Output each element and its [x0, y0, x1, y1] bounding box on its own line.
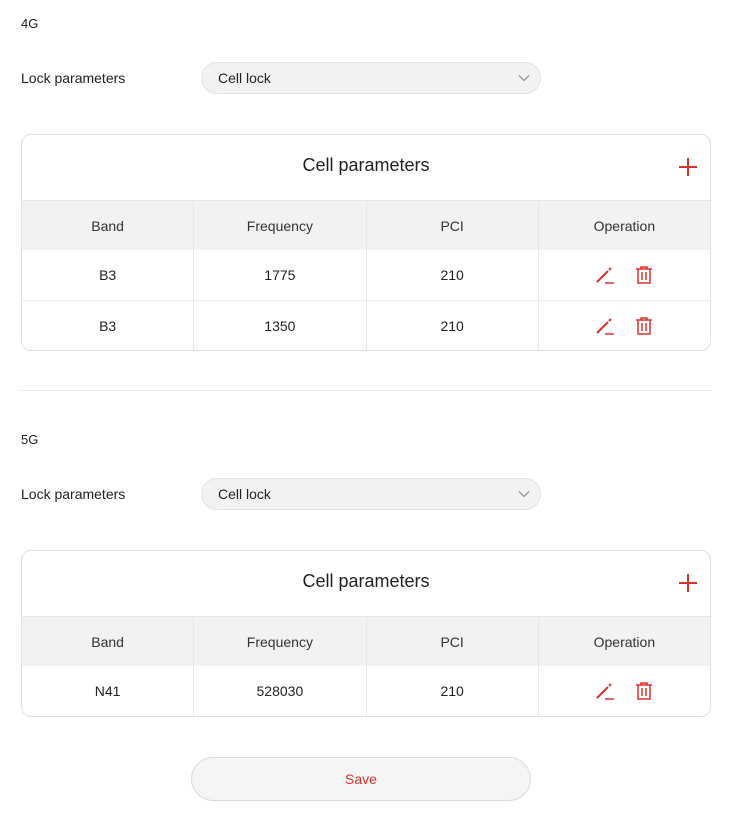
- trash-icon[interactable]: [635, 316, 653, 336]
- lock-parameters-label-5g: Lock parameters: [21, 486, 126, 502]
- card-title-4g: Cell parameters: [302, 155, 430, 175]
- frequency-cell: 528030: [194, 666, 367, 716]
- operation-cell: [539, 250, 710, 300]
- save-button[interactable]: Save: [191, 757, 531, 801]
- frequency-cell: 1350: [194, 301, 367, 350]
- operation-cell: [539, 666, 710, 716]
- card-header-4g: Cell parameters: [22, 135, 710, 201]
- plus-icon[interactable]: [678, 157, 698, 177]
- table-header-4g: Band Frequency PCI Operation: [22, 201, 710, 250]
- band-cell: B3: [22, 301, 195, 350]
- section-title-5g: 5G: [21, 432, 39, 447]
- column-header-band: Band: [22, 201, 195, 250]
- lock-parameters-label-4g: Lock parameters: [21, 70, 126, 86]
- lock-parameters-select-4g[interactable]: Cell lock: [201, 62, 541, 94]
- frequency-cell: 1775: [194, 250, 367, 300]
- column-header-operation: Operation: [593, 633, 656, 650]
- cell-parameters-card-4g: Cell parameters Band Frequency PCI Opera…: [21, 134, 711, 351]
- pci-cell: 210: [367, 301, 539, 350]
- chevron-down-icon: [518, 75, 530, 82]
- card-header-5g: Cell parameters: [22, 551, 710, 617]
- band-cell: N41: [22, 666, 195, 716]
- table-header-5g: Band Frequency PCI Operation: [22, 617, 710, 666]
- table-row: N41 528030 210: [22, 666, 710, 716]
- column-header-frequency: Frequency: [194, 201, 367, 250]
- section-title-4g: 4G: [21, 16, 39, 31]
- cell-parameters-card-5g: Cell parameters Band Frequency PCI Opera…: [21, 550, 711, 717]
- trash-icon[interactable]: [635, 681, 653, 701]
- lock-parameters-value-5g: Cell lock: [218, 486, 271, 502]
- table-row: B3 1775 210: [22, 250, 710, 301]
- edit-pencil-icon[interactable]: [595, 681, 615, 701]
- edit-pencil-icon[interactable]: [595, 265, 615, 285]
- lock-parameters-value-4g: Cell lock: [218, 70, 271, 86]
- column-header-operation: Operation: [593, 217, 656, 234]
- column-header-frequency: Frequency: [194, 617, 367, 666]
- lock-parameters-select-5g[interactable]: Cell lock: [201, 478, 541, 510]
- card-title-5g: Cell parameters: [302, 571, 430, 591]
- edit-pencil-icon[interactable]: [595, 316, 615, 336]
- column-header-pci: PCI: [367, 617, 539, 666]
- section-divider: [21, 390, 711, 391]
- table-row: B3 1350 210: [22, 301, 710, 350]
- column-header-band: Band: [22, 617, 195, 666]
- plus-icon[interactable]: [678, 573, 698, 593]
- band-cell: B3: [22, 250, 195, 300]
- column-header-pci: PCI: [367, 201, 539, 250]
- trash-icon[interactable]: [635, 265, 653, 285]
- pci-cell: 210: [367, 666, 539, 716]
- chevron-down-icon: [518, 491, 530, 498]
- operation-cell: [539, 301, 710, 350]
- pci-cell: 210: [367, 250, 539, 300]
